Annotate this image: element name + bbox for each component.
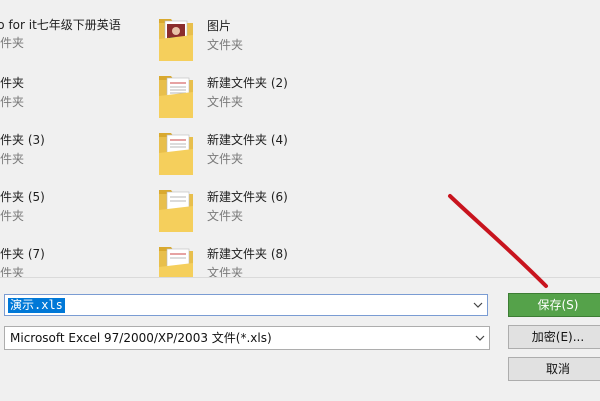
file-type: 文件夹 — [207, 38, 244, 52]
folder-icon — [159, 133, 193, 175]
list-item[interactable]: 新建文件夹 (8) 文件夹 — [157, 237, 357, 277]
encrypt-button[interactable]: 加密(E)... — [508, 325, 600, 349]
chevron-down-icon[interactable] — [473, 301, 483, 309]
file-list-pane: Go for it七年级下册英语 文件夹 文件夹 文件夹 文件夹 (3) 文件夹… — [0, 0, 600, 277]
file-name: 图片 — [207, 19, 232, 33]
file-type: 文件夹 — [0, 95, 25, 109]
file-name: 文件夹 — [0, 76, 25, 90]
list-item[interactable]: 新建文件夹 (6) 文件夹 — [157, 180, 357, 232]
file-type: 文件夹 — [0, 266, 25, 277]
file-type: 文件夹 — [207, 95, 244, 109]
file-name: 文件夹 (3) — [0, 133, 45, 147]
list-item[interactable]: 文件夹 (3) 文件夹 — [0, 123, 158, 175]
file-name: 文件夹 (7) — [0, 247, 45, 261]
folder-icon — [159, 190, 193, 232]
list-item[interactable]: 文件夹 (5) 文件夹 — [0, 180, 158, 232]
filename-input[interactable]: 演示.xls — [4, 294, 488, 316]
list-item[interactable]: Go for it七年级下册英语 文件夹 — [0, 8, 158, 60]
cancel-button[interactable]: 取消 — [508, 357, 600, 381]
list-item[interactable]: 文件夹 (7) 文件夹 — [0, 237, 158, 277]
file-name: 新建文件夹 (8) — [207, 247, 288, 261]
filename-selected-text: 演示.xls — [8, 298, 65, 313]
file-name: 新建文件夹 (2) — [207, 76, 288, 90]
file-type: 文件夹 — [0, 152, 25, 166]
list-item[interactable]: 新建文件夹 (2) 文件夹 — [157, 66, 357, 118]
file-type: 文件夹 — [207, 152, 244, 166]
list-item[interactable]: 新建文件夹 (4) 文件夹 — [157, 123, 357, 175]
list-item[interactable]: 图片 文件夹 — [157, 9, 357, 61]
folder-icon — [159, 76, 193, 118]
file-name: 新建文件夹 (6) — [207, 190, 288, 204]
picture-folder-icon — [159, 19, 193, 61]
list-item[interactable]: 文件夹 文件夹 — [0, 66, 158, 118]
save-button[interactable]: 保存(S) — [508, 293, 600, 317]
file-type: 文件夹 — [207, 266, 244, 277]
file-name: Go for it七年级下册英语 — [0, 18, 121, 32]
filetype-selected-text: Microsoft Excel 97/2000/XP/2003 文件(*.xls… — [10, 331, 272, 345]
file-type: 文件夹 — [0, 36, 25, 50]
file-type: 文件夹 — [0, 209, 25, 223]
file-name: 文件夹 (5) — [0, 190, 45, 204]
file-type: 文件夹 — [207, 209, 244, 223]
chevron-down-icon[interactable] — [475, 334, 485, 342]
filetype-select[interactable]: Microsoft Excel 97/2000/XP/2003 文件(*.xls… — [4, 326, 490, 350]
file-name: 新建文件夹 (4) — [207, 133, 288, 147]
folder-icon — [159, 247, 193, 277]
